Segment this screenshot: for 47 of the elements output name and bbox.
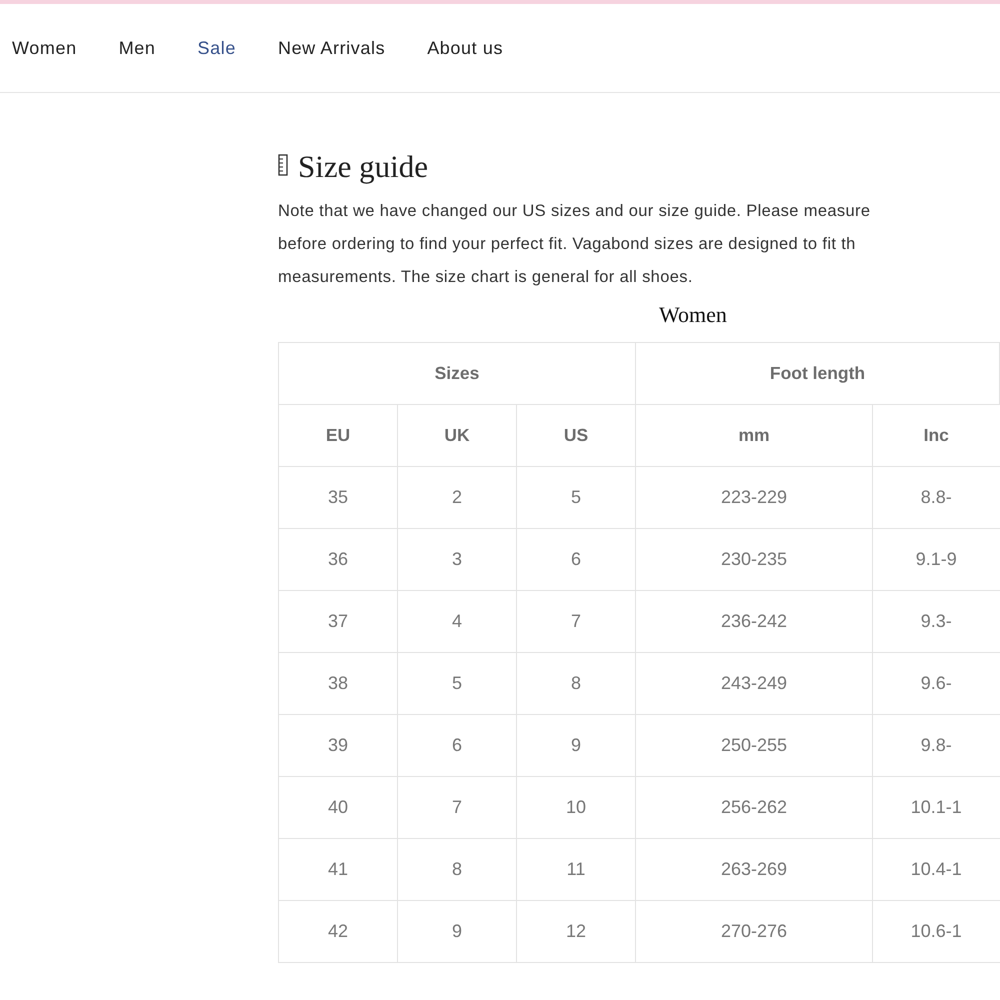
nav-link[interactable]: Men [118, 38, 156, 58]
nav-link[interactable]: New Arrivals [278, 38, 386, 58]
table-cell: 8 [516, 652, 636, 714]
nav-link[interactable]: Women [12, 38, 77, 58]
table-cell: 250-255 [636, 714, 872, 776]
table-cell: 7 [398, 776, 516, 838]
nav-link[interactable]: About us [427, 38, 504, 58]
table-cell: 9 [516, 714, 636, 776]
table-cell: 42 [278, 900, 398, 962]
table-cell: 5 [516, 466, 636, 528]
table-cell: 236-242 [636, 590, 872, 652]
table-cell: 40 [278, 776, 398, 838]
table-cell: 10 [516, 776, 636, 838]
table-cell: 263-269 [636, 838, 872, 900]
table-title: Women [658, 302, 728, 328]
table-cell: 41 [278, 838, 398, 900]
table-cell: 7 [516, 590, 636, 652]
table-cell: 35 [278, 466, 398, 528]
table-cell: 3 [398, 528, 516, 590]
ruler-icon [278, 154, 288, 176]
column-group-header: Foot length [636, 342, 1000, 404]
table-cell: 223-229 [636, 466, 872, 528]
table-cell: 270-276 [636, 900, 872, 962]
table-cell: 39 [278, 714, 398, 776]
table-cell: 38 [278, 652, 398, 714]
table-cell: 9 [398, 900, 516, 962]
column-header: US [516, 404, 636, 466]
column-group-header: Sizes [278, 342, 636, 404]
table-cell: 11 [516, 838, 636, 900]
table-cell: 6 [398, 714, 516, 776]
table-cell: 4 [398, 590, 516, 652]
size-note: Note that we have changed our US sizes and our size guide. Please measure before ordering to find your perfect fit. Vagabond sizes are designed to fit th measurements. The size chart is general for all shoes. [278, 201, 872, 288]
table-cell: 5 [398, 652, 516, 714]
table-cell: 2 [398, 466, 516, 528]
table-cell: 243-249 [636, 652, 872, 714]
column-header: UK [398, 404, 516, 466]
table-cell: 8 [398, 838, 516, 900]
nav-link[interactable]: Sale [198, 38, 236, 58]
table-cell: 230-235 [636, 528, 872, 590]
column-header: EU [278, 404, 398, 466]
page-title: Size guide [298, 149, 428, 185]
table-cell: 37 [278, 590, 398, 652]
table-cell: 12 [516, 900, 636, 962]
column-header: mm [636, 404, 872, 466]
table-cell: 256-262 [636, 776, 872, 838]
table-cell: 6 [516, 528, 636, 590]
table-cell: 36 [278, 528, 398, 590]
